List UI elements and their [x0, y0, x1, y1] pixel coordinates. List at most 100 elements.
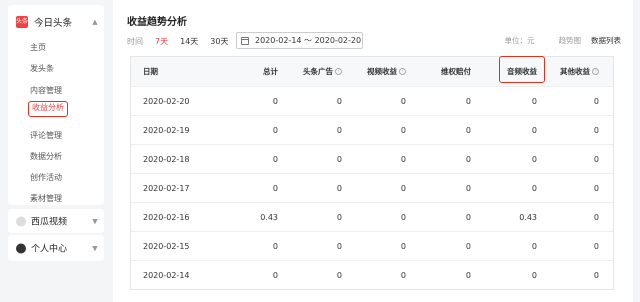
table-cell: 0	[400, 96, 406, 106]
xigua-label: 西瓜视频	[31, 217, 68, 228]
range-30d[interactable]: 30天	[210, 36, 228, 47]
col-header-video: 视频收益?	[342, 57, 406, 86]
page-title: 收益趋势分析	[127, 17, 187, 28]
view-table-toggle[interactable]: 数据列表	[591, 35, 621, 46]
table-cell: 0	[593, 154, 599, 164]
table-cell: 0	[465, 212, 471, 222]
table-cell: 2020-02-14	[143, 270, 190, 280]
table-row: 2020-02-16 0.43 0 0 0 0.43 0	[131, 202, 613, 231]
table-cell: 0	[593, 212, 599, 222]
table-cell: 0	[593, 270, 599, 280]
table-cell: 0	[531, 154, 537, 164]
table-cell: 0.43	[519, 212, 537, 222]
table-cell: 0	[336, 241, 342, 251]
sidebar-item-comments[interactable]: 评论管理	[30, 129, 62, 143]
table-cell: 0	[531, 241, 537, 251]
col-header-date: 日期	[143, 67, 158, 76]
table-cell: 0	[400, 154, 406, 164]
chevron-down-icon[interactable]: ▼	[90, 244, 100, 252]
date-range-picker[interactable]: 2020-02-14 ～ 2020-02-20	[236, 32, 363, 49]
range-14d[interactable]: 14天	[180, 36, 198, 47]
sidebar-personal-section[interactable]: 个人中心 ▼	[8, 235, 104, 261]
table-cell: 2020-02-15	[143, 241, 190, 251]
chevron-down-icon[interactable]: ▼	[90, 217, 100, 225]
table-cell: 0	[272, 183, 278, 193]
table-cell: 0	[272, 241, 278, 251]
table-cell: 2020-02-19	[143, 125, 190, 135]
table-row: 2020-02-17 0 0 0 0 0 0	[131, 173, 613, 202]
xigua-icon	[16, 216, 26, 226]
brand-name: 今日头条	[34, 18, 73, 29]
table-cell: 2020-02-16	[143, 212, 190, 222]
table-cell: 2020-02-17	[143, 183, 190, 193]
table-cell: 0	[336, 96, 342, 106]
revenue-table: 日期 总计 头条广告? 视频收益? 维权赔付 音频收益 其他收益? 2020-0…	[130, 56, 614, 290]
sidebar-main-card: 头条 今日头条 ▲ 主页 发头条 内容管理 收益分析 评论管理 数据分析 创作活…	[8, 5, 104, 205]
table-cell: 0	[336, 212, 342, 222]
sidebar-item-activities[interactable]: 创作活动	[30, 171, 62, 185]
sidebar-item-content[interactable]: 内容管理	[30, 84, 62, 98]
table-cell: 0	[531, 125, 537, 135]
help-icon[interactable]: ?	[592, 68, 599, 75]
audio-column-highlight	[499, 56, 545, 83]
table-cell: 0	[400, 212, 406, 222]
table-cell: 0	[272, 96, 278, 106]
table-cell: 2020-02-20	[143, 96, 190, 106]
col-header-ads: 头条广告?	[278, 57, 342, 86]
view-trend-toggle[interactable]: 趋势图	[559, 35, 582, 46]
col-header-other: 其他收益?	[537, 57, 599, 86]
table-cell: 0	[465, 96, 471, 106]
table-cell: 0.43	[260, 212, 278, 222]
table-cell: 0	[531, 96, 537, 106]
table-cell: 0	[593, 241, 599, 251]
col-header-compensation: 维权赔付	[441, 67, 471, 76]
table-cell: 0	[593, 125, 599, 135]
table-cell: 0	[272, 125, 278, 135]
table-cell: 0	[465, 270, 471, 280]
table-row: 2020-02-15 0 0 0 0 0 0	[131, 231, 613, 260]
col-header-total: 总计	[263, 67, 278, 76]
table-row: 2020-02-19 0 0 0 0 0 0	[131, 115, 613, 144]
sidebar-brand[interactable]: 头条 今日头条 ▲	[16, 14, 100, 30]
table-cell: 2020-02-18	[143, 154, 190, 164]
table-cell: 0	[336, 183, 342, 193]
sidebar-item-data[interactable]: 数据分析	[30, 150, 62, 164]
view-controls: 单位：元 趋势图 数据列表	[505, 35, 622, 46]
table-row: 2020-02-14 0 0 0 0 0 0	[131, 260, 613, 289]
sidebar-xigua-section[interactable]: 西瓜视频 ▼	[8, 209, 104, 233]
table-cell: 0	[400, 183, 406, 193]
range-7d[interactable]: 7天	[155, 36, 168, 47]
table-cell: 0	[531, 183, 537, 193]
table-cell: 0	[400, 270, 406, 280]
help-icon[interactable]: ?	[335, 68, 342, 75]
date-range-value: 2020-02-14 ～ 2020-02-20	[255, 36, 362, 45]
personal-label: 个人中心	[31, 244, 68, 255]
time-filter: 时间 7天 14天 30天	[127, 33, 240, 49]
person-icon	[16, 243, 26, 253]
table-cell: 0	[400, 241, 406, 251]
table-cell: 0	[400, 125, 406, 135]
table-row: 2020-02-20 0 0 0 0 0 0	[131, 86, 613, 115]
help-icon[interactable]: ?	[399, 68, 406, 75]
table-cell: 0	[465, 154, 471, 164]
table-cell: 0	[465, 183, 471, 193]
table-cell: 0	[465, 125, 471, 135]
table-cell: 0	[336, 270, 342, 280]
table-cell: 0	[593, 96, 599, 106]
calendar-icon	[241, 36, 249, 45]
table-cell: 0	[531, 270, 537, 280]
table-body: 2020-02-20 0 0 0 0 0 0 2020-02-19 0 0 0 0 0 0 2020-02-…	[131, 86, 613, 289]
time-label: 时间	[127, 36, 143, 46]
table-cell: 0	[272, 154, 278, 164]
sidebar-item-home[interactable]: 主页	[30, 41, 46, 55]
sidebar-item-post[interactable]: 发头条	[30, 62, 54, 76]
main-panel: 收益趋势分析 时间 7天 14天 30天 2020-02-14 ～ 2020-0…	[113, 0, 633, 302]
table-row: 2020-02-18 0 0 0 0 0 0	[131, 144, 613, 173]
table-cell: 0	[336, 154, 342, 164]
chevron-up-icon[interactable]: ▲	[90, 18, 100, 26]
table-cell: 0	[272, 270, 278, 280]
table-cell: 0	[465, 241, 471, 251]
sidebar-item-materials[interactable]: 素材管理	[30, 192, 62, 206]
sidebar-item-revenue[interactable]: 收益分析	[28, 101, 68, 117]
toutiao-logo-icon: 头条	[16, 16, 28, 28]
